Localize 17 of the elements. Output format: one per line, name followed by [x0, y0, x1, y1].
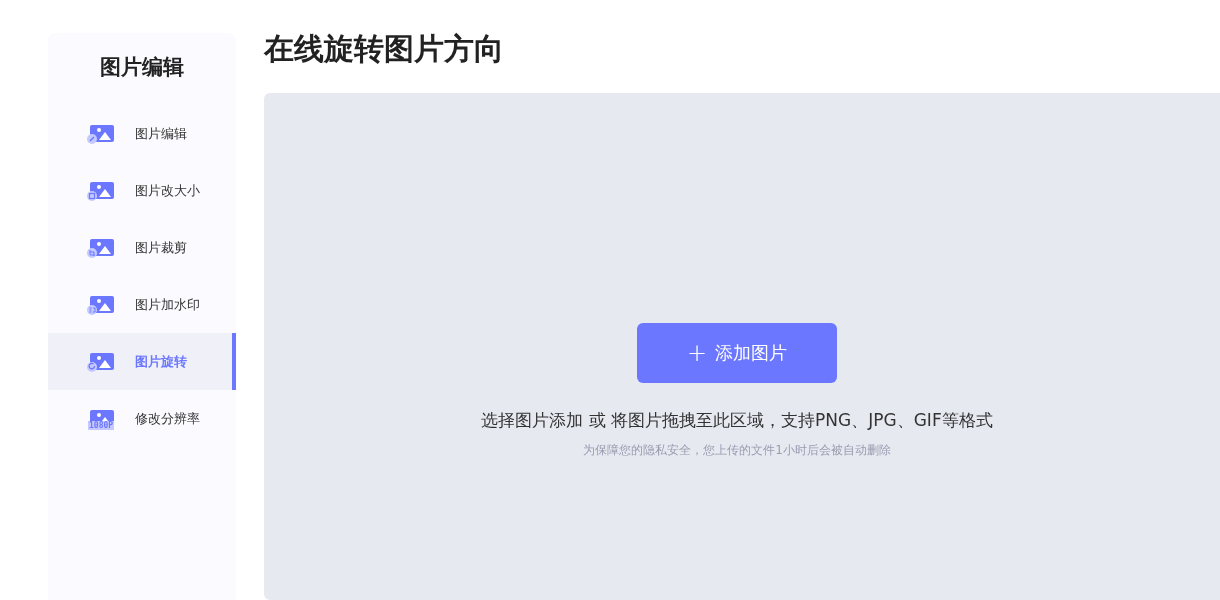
- image-watermark-icon: [86, 293, 116, 316]
- upload-drop-area[interactable]: + 添加图片 选择图片添加 或 将图片拖拽至此区域，支持PNG、JPG、GIF等格式 为保障您的隐私安全，您上传的文件1小时后会被自动删除: [264, 93, 1220, 600]
- sidebar-item[interactable]: 图片改大小: [48, 162, 236, 219]
- sidebar-title: 图片编辑: [100, 54, 184, 81]
- privacy-note: 为保障您的隐私安全，您上传的文件1小时后会被自动删除: [583, 441, 891, 459]
- image-rotate-icon: [86, 350, 116, 373]
- add-image-button[interactable]: + 添加图片: [637, 322, 837, 383]
- sidebar-item[interactable]: 图片加水印: [48, 276, 236, 333]
- plus-icon: +: [686, 338, 708, 367]
- page-title: 在线旋转图片方向: [264, 30, 504, 68]
- sidebar-item[interactable]: 1080P 修改分辨率: [48, 390, 236, 447]
- image-crop-icon: [86, 236, 116, 259]
- sidebar-item[interactable]: 图片裁剪: [48, 219, 236, 276]
- upload-hint: 选择图片添加 或 将图片拖拽至此区域，支持PNG、JPG、GIF等格式: [481, 408, 993, 432]
- sidebar-item[interactable]: 图片编辑: [48, 105, 236, 162]
- image-edit-icon: [86, 122, 116, 145]
- image-resize-icon: [86, 179, 116, 202]
